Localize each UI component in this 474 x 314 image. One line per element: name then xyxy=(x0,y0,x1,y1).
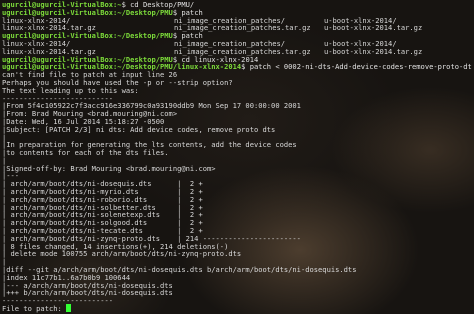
terminal-window[interactable]: ugurcil@ugurcil-VirtualBox:~$ cd Desktop… xyxy=(0,0,474,314)
terminal-input-line[interactable]: File to patch: xyxy=(2,304,472,314)
text-cursor[interactable] xyxy=(66,304,72,312)
file-to-patch-prompt: File to patch: xyxy=(2,304,67,313)
